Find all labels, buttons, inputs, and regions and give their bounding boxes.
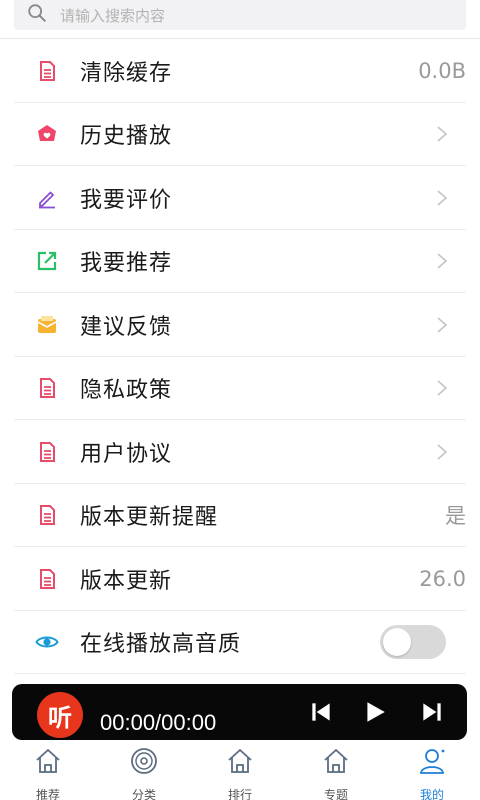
mail-icon [34, 312, 60, 338]
menu-item-label: 在线播放高音质 [80, 632, 242, 658]
tab-label: 推荐 [35, 788, 60, 800]
menu-item-label: 历史播放 [80, 124, 173, 150]
document-icon [34, 502, 60, 528]
eye-icon [34, 629, 60, 655]
menu-item-recommend[interactable]: 我要推荐 [0, 230, 480, 294]
toggle-knob [383, 628, 411, 657]
menu-item-label: 版本更新 [80, 568, 173, 594]
menu-item-version[interactable]: 版本更新 26.0 [0, 547, 480, 611]
hq-toggle-switch[interactable] [380, 625, 446, 660]
previous-button[interactable] [307, 698, 335, 726]
menu-item-update-reminder[interactable]: 版本更新提醒 是 [0, 484, 480, 548]
menu-item-review[interactable]: 我要评价 [0, 166, 480, 230]
home-icon [33, 746, 63, 780]
home-icon [321, 746, 351, 780]
chevron-right-icon [436, 316, 448, 334]
bottom-tab-bar: 推荐 分类 排行 专题 我的 [0, 740, 480, 800]
tab-4[interactable]: 我的 [384, 740, 480, 800]
mini-player: 听 00:00/00:00 [12, 684, 467, 740]
menu-item-label: 隐私政策 [80, 378, 173, 404]
menu-item-clear-cache[interactable]: 清除缓存 0.0B [0, 39, 480, 103]
tab-3[interactable]: 专题 [288, 740, 384, 800]
menu-item-label: 建议反馈 [80, 314, 173, 340]
menu-item-label: 我要推荐 [80, 251, 173, 277]
tab-2[interactable]: 排行 [192, 740, 288, 800]
tab-label: 我的 [419, 788, 444, 800]
menu-item-value: 26.0 [419, 566, 466, 591]
play-icon [367, 702, 385, 722]
chevron-right-icon [436, 379, 448, 397]
skip-next-icon [423, 703, 441, 721]
disc-icon [129, 746, 159, 780]
menu-item-label: 版本更新提醒 [80, 505, 219, 531]
document-icon [34, 375, 60, 401]
menu-item-label: 清除缓存 [80, 60, 173, 86]
search-bar[interactable]: 请输入搜索内容 [14, 0, 466, 30]
history-heart-icon [34, 121, 60, 147]
tab-label: 排行 [227, 788, 252, 800]
user-icon [417, 746, 447, 780]
chevron-right-icon [436, 443, 448, 461]
player-logo-text: 听 [48, 703, 72, 732]
tab-label: 分类 [131, 788, 156, 800]
skip-previous-icon [312, 703, 330, 721]
menu-item-label: 用户协议 [80, 441, 173, 467]
pencil-icon [34, 185, 60, 211]
menu-item-agreement[interactable]: 用户协议 [0, 420, 480, 484]
home-icon [225, 746, 255, 780]
menu-item-hq-playback[interactable]: 在线播放高音质 [0, 611, 480, 675]
menu-item-feedback[interactable]: 建议反馈 [0, 293, 480, 357]
tab-label: 专题 [323, 788, 348, 800]
tab-1[interactable]: 分类 [96, 740, 192, 800]
menu-item-value: 是 [445, 504, 466, 529]
document-icon [34, 439, 60, 465]
menu-item-history[interactable]: 历史播放 [0, 103, 480, 167]
menu-item-label: 我要评价 [80, 187, 173, 213]
search-icon [26, 2, 48, 28]
search-placeholder: 请输入搜索内容 [60, 6, 166, 25]
player-logo[interactable]: 听 [37, 692, 83, 738]
chevron-right-icon [436, 189, 448, 207]
player-time: 00:00/00:00 [100, 710, 217, 735]
menu-item-value: 0.0B [418, 58, 466, 83]
settings-menu: 清除缓存 0.0B 历史播放 我要评价 我要推荐 建议反馈 隐私政策 用户协议 版本更新提醒是版… [0, 39, 480, 674]
tab-0[interactable]: 推荐 [0, 740, 96, 800]
document-icon [34, 566, 60, 592]
share-box-icon [34, 248, 60, 274]
chevron-right-icon [436, 125, 448, 143]
document-icon [34, 58, 60, 84]
chevron-right-icon [436, 252, 448, 270]
next-button[interactable] [418, 698, 446, 726]
menu-item-privacy[interactable]: 隐私政策 [0, 357, 480, 421]
play-button[interactable] [361, 698, 389, 726]
